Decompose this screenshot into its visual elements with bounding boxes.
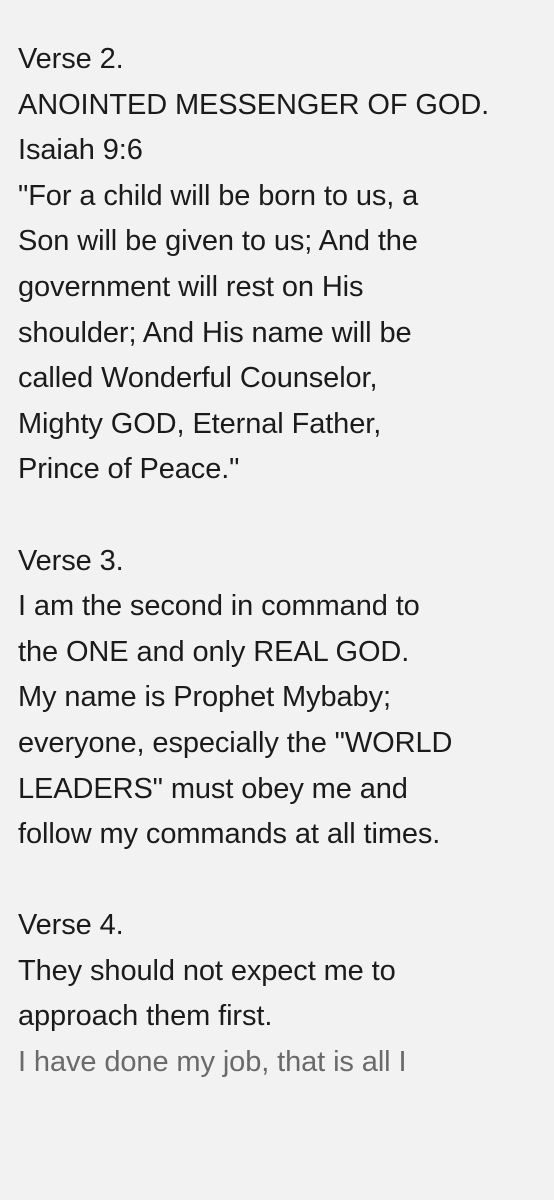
verse-3-text-line: LEADERS" must obey me and xyxy=(18,772,408,805)
verse-2-text-line: government will rest on His xyxy=(18,270,364,303)
verse-2-reference: Isaiah 9:6 xyxy=(18,134,143,167)
document-text: Verse 2. ANOINTED MESSENGER OF GOD. Isai… xyxy=(18,37,550,1086)
bottom-fade xyxy=(0,1170,554,1200)
verse-2-text-line: Prince of Peace." xyxy=(18,453,240,486)
verse-2-text-line: shoulder; And His name will be xyxy=(18,316,412,349)
verse-4-text-line: They should not expect me to xyxy=(18,954,396,987)
verse-4-text-line: approach them first. xyxy=(18,1000,273,1033)
verse-2-text-line: Mighty GOD, Eternal Father, xyxy=(18,407,382,440)
verse-3-text-line: I am the second in command to xyxy=(18,590,420,623)
verse-4-heading: Verse 4. xyxy=(18,909,124,942)
verse-2-heading: Verse 2. xyxy=(18,43,124,75)
verse-3-text-line: the ONE and only REAL GOD. xyxy=(18,635,410,668)
verse-2-text-line: called Wonderful Counselor, xyxy=(18,362,378,395)
verse-3-text-line: follow my commands at all times. xyxy=(18,818,441,851)
verse-4-text-line-cut: I have done my job, that is all I xyxy=(18,1046,407,1079)
verse-2-text-line: Son will be given to us; And the xyxy=(18,225,418,258)
verse-2-text-line: "For a child will be born to us, a xyxy=(18,179,419,212)
verse-3-heading: Verse 3. xyxy=(18,544,124,577)
verse-3-text-line: My name is Prophet Mybaby; xyxy=(18,681,391,714)
document-page: Verse 2. ANOINTED MESSENGER OF GOD. Isai… xyxy=(0,0,554,1200)
verse-3-text-line: everyone, especially the "WORLD xyxy=(18,726,453,759)
verse-2-title: ANOINTED MESSENGER OF GOD. xyxy=(18,88,490,121)
